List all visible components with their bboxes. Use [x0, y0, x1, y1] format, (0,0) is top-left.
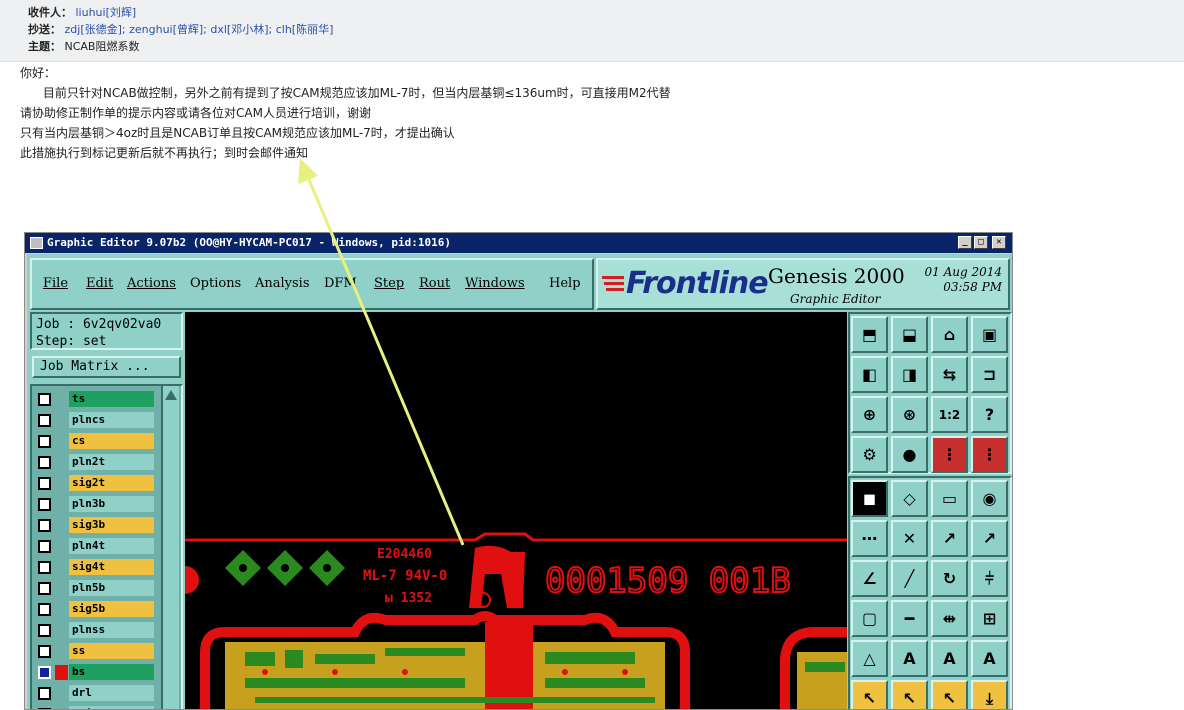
- annotation-arrow: [298, 158, 465, 546]
